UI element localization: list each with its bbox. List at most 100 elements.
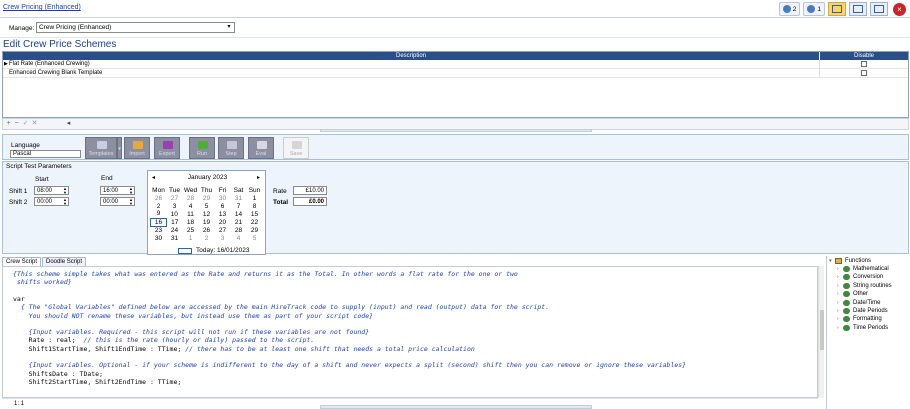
templates-button[interactable]: Templates: [85, 137, 117, 159]
rate-input[interactable]: £10.00: [293, 186, 327, 195]
calendar-day[interactable]: 1: [183, 234, 199, 242]
table-row[interactable]: Enhanced Crewing Blank Template: [3, 69, 908, 78]
calendar-day[interactable]: 8: [247, 202, 263, 210]
tree-item[interactable]: › Mathematical: [837, 266, 889, 272]
calendar-day[interactable]: 20: [215, 218, 231, 226]
calendar-day[interactable]: 29: [247, 226, 263, 234]
calendar-day[interactable]: 13: [215, 210, 231, 218]
calendar-day[interactable]: 5: [199, 202, 215, 210]
table-row[interactable]: ▶ Flat Rate (Enhanced Crewing): [3, 60, 908, 69]
calendar-day[interactable]: 4: [231, 234, 247, 242]
users-badge[interactable]: 2: [778, 2, 801, 16]
import-button[interactable]: Import: [124, 137, 150, 159]
calendar-day[interactable]: 19: [199, 218, 215, 226]
calendar-day[interactable]: 26: [151, 194, 167, 202]
calendar-day[interactable]: 5: [247, 234, 263, 242]
step-button[interactable]: Step: [218, 137, 244, 159]
calendar-day[interactable]: 14: [231, 210, 247, 218]
calendar-day[interactable]: 7: [231, 202, 247, 210]
calendar-day[interactable]: 30: [215, 194, 231, 202]
calendar-day[interactable]: 31: [231, 194, 247, 202]
sessions-badge[interactable]: 1: [803, 2, 825, 16]
column-description[interactable]: Description: [3, 52, 820, 60]
calendar-day[interactable]: 3: [215, 234, 231, 242]
cell-description[interactable]: ▶ Flat Rate (Enhanced Crewing): [3, 60, 820, 68]
layout-stack-button[interactable]: [870, 2, 888, 16]
close-button[interactable]: ×: [893, 2, 906, 16]
shift1-end-input[interactable]: 16:00 ▲ ▼: [100, 186, 135, 195]
calendar-day[interactable]: 3: [167, 202, 183, 210]
calendar-day[interactable]: 27: [167, 194, 183, 202]
panel-splitter[interactable]: [320, 129, 592, 132]
editor-scrollbar[interactable]: [818, 266, 824, 398]
calendar-day[interactable]: 2: [199, 234, 215, 242]
calendar-day[interactable]: 21: [231, 218, 247, 226]
cancel-record-button[interactable]: ✕: [31, 120, 38, 128]
calendar-day[interactable]: 6: [215, 202, 231, 210]
calendar-day[interactable]: 26: [199, 226, 215, 234]
calendar-day[interactable]: 17: [167, 218, 183, 226]
script-editor[interactable]: {This scheme simple takes what was enter…: [2, 266, 818, 398]
tree-item[interactable]: › Formatting: [837, 316, 882, 323]
run-button[interactable]: Run: [189, 137, 215, 159]
calendar-day[interactable]: 29: [199, 194, 215, 202]
calendar-day-today[interactable]: 16: [150, 217, 167, 227]
calendar-day[interactable]: 12: [199, 210, 215, 218]
post-record-button[interactable]: ✓: [22, 120, 29, 128]
layout-split-button[interactable]: [849, 2, 867, 16]
delete-record-button[interactable]: −: [13, 120, 20, 128]
tab-crew-script[interactable]: Crew Script: [2, 257, 42, 266]
calendar-day[interactable]: 2: [151, 202, 167, 210]
layout-single-button[interactable]: [828, 2, 846, 16]
calendar-day[interactable]: 23: [151, 226, 167, 234]
tree-item[interactable]: › String routines: [837, 282, 892, 289]
manage-select[interactable]: Crew Pricing (Enhanced) ▾: [36, 22, 235, 33]
shift2-end-input[interactable]: 00:00 ▲ ▼: [100, 197, 135, 206]
calendar-day[interactable]: 31: [167, 234, 183, 242]
export-button[interactable]: Export: [154, 137, 180, 159]
tab-doodle-script[interactable]: Doodle Script: [42, 257, 87, 266]
disable-checkbox[interactable]: [861, 61, 867, 67]
calendar-day[interactable]: 28: [183, 194, 199, 202]
tree-item[interactable]: › Other: [837, 291, 868, 298]
language-select[interactable]: Pascal: [10, 150, 81, 158]
bottom-splitter[interactable]: [320, 405, 592, 409]
calendar-day[interactable]: 25: [183, 226, 199, 234]
tree-item[interactable]: › Date/Time: [837, 299, 880, 306]
disable-checkbox[interactable]: [861, 70, 867, 76]
add-record-button[interactable]: +: [5, 120, 12, 128]
tree-root-functions[interactable]: ▾ Functions: [829, 258, 871, 264]
shift2-start-input[interactable]: 00:00 ▲ ▼: [34, 197, 69, 206]
weekday-header: Thu: [200, 186, 213, 194]
calendar-day[interactable]: 11: [183, 210, 199, 218]
function-group-icon: [843, 324, 850, 331]
tree-item[interactable]: › Date Periods: [837, 308, 888, 314]
calendar-day[interactable]: 4: [183, 202, 199, 210]
calendar-day[interactable]: 10: [167, 210, 183, 218]
scroll-left-button[interactable]: ◂: [65, 120, 72, 128]
cell-description[interactable]: Enhanced Crewing Blank Template: [3, 69, 820, 77]
tree-item[interactable]: › Time Periods: [837, 324, 888, 331]
calendar-day[interactable]: 30: [151, 234, 167, 242]
calendar-day[interactable]: 15: [247, 210, 263, 218]
scrollbar-thumb[interactable]: [820, 310, 824, 350]
calendar-day[interactable]: 9: [151, 210, 167, 218]
calendar-day[interactable]: 22: [247, 218, 263, 226]
calendar-day[interactable]: 28: [231, 226, 247, 234]
schemes-grid: Description Disable ▶ Flat Rate (Enhanced…: [2, 51, 909, 118]
code-comment: // this is the rate (hourly or daily) pa…: [83, 336, 315, 345]
save-button[interactable]: Save: [283, 137, 309, 159]
templates-icon: [97, 141, 107, 149]
calendar-day[interactable]: 1: [247, 194, 263, 202]
calendar-day[interactable]: 24: [167, 226, 183, 234]
eval-button[interactable]: Eval: [248, 137, 274, 159]
today-link[interactable]: Today: 16/01/2023: [178, 247, 250, 254]
calendar-day[interactable]: 27: [215, 226, 231, 234]
calendar-day[interactable]: 18: [183, 218, 199, 226]
next-month-button[interactable]: ▸: [257, 174, 260, 181]
templates-dropdown[interactable]: ▾: [117, 137, 122, 159]
window-title-link[interactable]: Crew Pricing (Enhanced): [3, 4, 81, 11]
tree-item[interactable]: › Conversion: [837, 274, 883, 281]
column-disable[interactable]: Disable: [820, 52, 908, 60]
shift1-start-input[interactable]: 08:00 ▲ ▼: [34, 186, 69, 195]
